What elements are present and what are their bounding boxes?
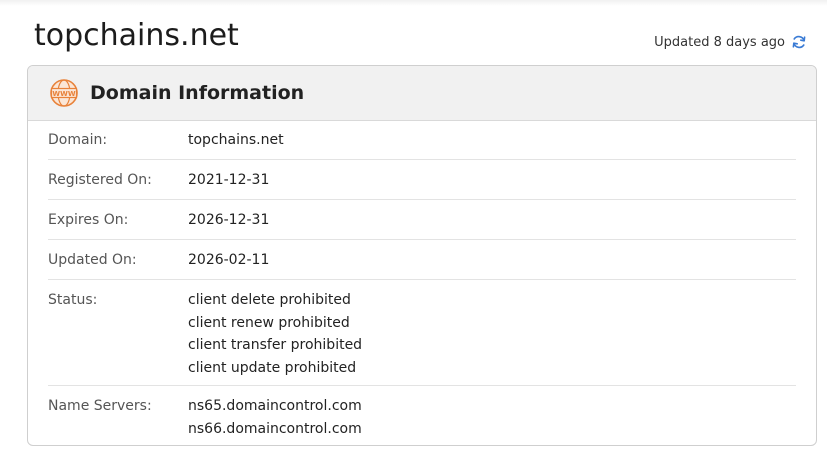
status-item: client renew prohibited <box>188 314 350 331</box>
card-header: WWW Domain Information <box>28 66 816 121</box>
status-item: client delete prohibited <box>188 292 351 308</box>
domain-label: Domain: <box>48 132 108 148</box>
status-values: client delete prohibited client renew pr… <box>188 289 362 385</box>
page-title: topchains.net <box>34 18 239 53</box>
updated-text: Updated 8 days ago <box>654 34 785 50</box>
expires-on-label: Expires On: <box>48 211 129 228</box>
updated-on-label: Updated On: <box>48 251 137 268</box>
top-shadow-bar <box>0 0 827 6</box>
row-status: Status: client delete prohibited client … <box>48 280 796 386</box>
status-item: client update prohibited <box>188 359 357 376</box>
name-server-item: ns65.domaincontrol.com <box>188 398 362 414</box>
name-servers-values: ns65.domaincontrol.com ns66.domaincontro… <box>188 395 362 445</box>
refresh-icon[interactable] <box>791 34 807 50</box>
www-globe-icon: WWW <box>49 78 79 108</box>
domain-info-list: Domain: topchains.net Registered On: 202… <box>28 121 816 445</box>
name-server-item: ns66.domaincontrol.com <box>188 420 362 437</box>
updated-status: Updated 8 days ago <box>654 34 807 50</box>
row-updated-on: Updated On: 2026-02-11 <box>48 240 796 280</box>
registered-on-value: 2021-12-31 <box>188 171 270 188</box>
status-item: client transfer prohibited <box>188 337 363 353</box>
updated-on-value: 2026-02-11 <box>188 251 270 268</box>
domain-value: topchains.net <box>188 132 284 148</box>
svg-text:WWW: WWW <box>52 90 75 98</box>
registered-on-label: Registered On: <box>48 171 152 188</box>
expires-on-value: 2026-12-31 <box>188 211 270 228</box>
domain-information-card: WWW Domain Information Domain: topchains… <box>27 65 817 446</box>
row-name-servers: Name Servers: ns65.domaincontrol.com ns6… <box>48 386 796 445</box>
row-expires-on: Expires On: 2026-12-31 <box>48 200 796 240</box>
card-title: Domain Information <box>90 82 305 104</box>
row-registered-on: Registered On: 2021-12-31 <box>48 160 796 200</box>
row-domain: Domain: topchains.net <box>48 121 796 160</box>
name-servers-label: Name Servers: <box>48 398 152 414</box>
status-label: Status: <box>48 292 98 308</box>
